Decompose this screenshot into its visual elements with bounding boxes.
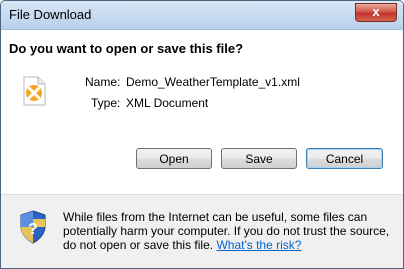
type-label: Type: xyxy=(91,96,121,110)
file-type-value: XML Document xyxy=(126,96,209,110)
name-label: Name: xyxy=(85,75,121,89)
close-icon: x xyxy=(372,4,380,19)
save-button[interactable]: Save xyxy=(221,148,297,169)
svg-text:?: ? xyxy=(28,221,38,238)
dialog-question: Do you want to open or save this file? xyxy=(9,41,244,56)
title-bar[interactable]: File Download x xyxy=(1,1,403,30)
cancel-button[interactable]: Cancel xyxy=(306,148,383,169)
whats-the-risk-link[interactable]: What's the risk? xyxy=(216,238,301,252)
open-button[interactable]: Open xyxy=(136,148,212,169)
xml-file-icon xyxy=(21,76,47,106)
close-button[interactable]: x xyxy=(355,3,397,22)
file-name-value: Demo_WeatherTemplate_v1.xml xyxy=(126,75,300,89)
security-shield-icon: ? xyxy=(19,210,47,244)
security-info-panel: ? While files from the Internet can be u… xyxy=(1,194,403,268)
security-warning-text: While files from the Internet can be use… xyxy=(63,210,393,252)
window-title: File Download xyxy=(9,7,92,22)
file-download-dialog: File Download x Do you want to open or s… xyxy=(0,0,404,269)
